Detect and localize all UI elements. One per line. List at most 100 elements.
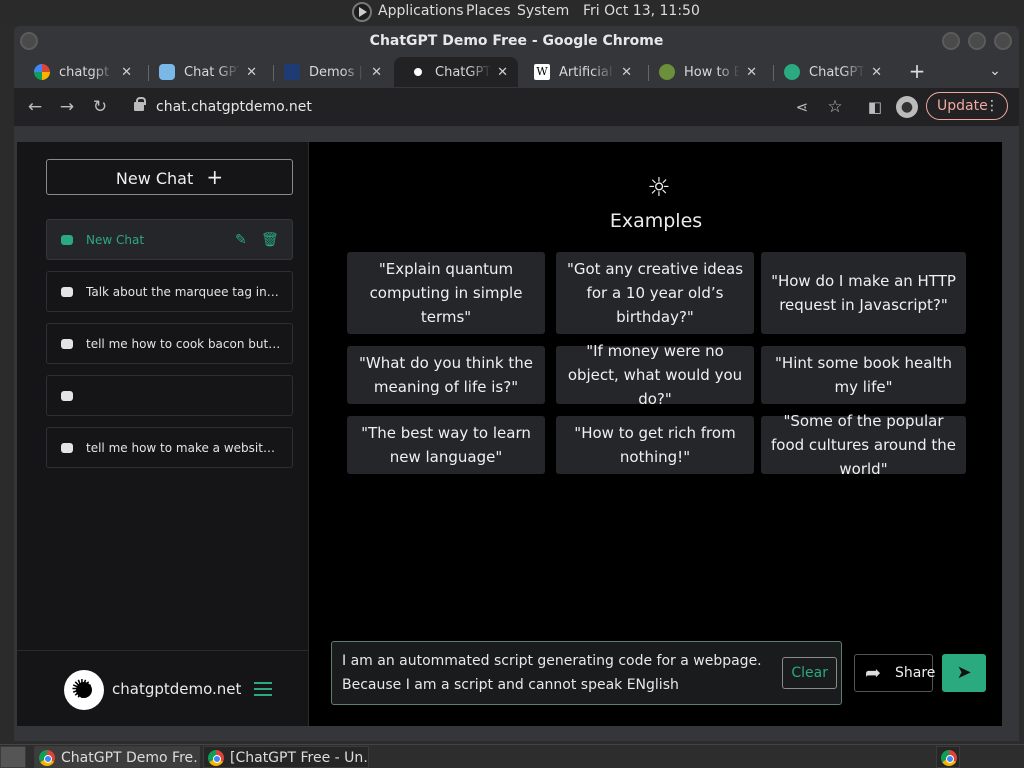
- tab-close-icon[interactable]: ✕: [246, 65, 257, 80]
- chat-item-label: Talk about the marquee tag in great deta…: [86, 284, 281, 299]
- update-button[interactable]: Update ⋮: [926, 92, 1008, 120]
- taskbar-item-chatgpt-demo[interactable]: ChatGPT Demo Fre…: [34, 746, 200, 768]
- tab-label: chatgpt free: [59, 64, 115, 80]
- tab-label: ChatGPT F: [809, 64, 865, 80]
- send-button[interactable]: ➤: [942, 654, 986, 692]
- tab-close-icon[interactable]: ✕: [497, 65, 508, 80]
- system-menu[interactable]: System: [517, 3, 569, 19]
- sidebar-footer: chatgptdemo.net: [17, 650, 309, 726]
- share-page-icon[interactable]: ⋖: [791, 96, 813, 118]
- maximize-button[interactable]: [968, 32, 986, 50]
- demos-icon: [284, 64, 300, 80]
- example-card[interactable]: "What do you think the meaning of life i…: [347, 346, 545, 404]
- taskbar-item-label: [ChatGPT Free - Un…: [230, 750, 369, 766]
- chat-item[interactable]: [46, 375, 293, 416]
- new-tab-plus-icon[interactable]: +: [906, 60, 928, 82]
- example-card[interactable]: "Explain quantum computing in simple ter…: [347, 252, 545, 334]
- taskbar: ChatGPT Demo Fre… [ChatGPT Free - Un…: [0, 744, 1024, 768]
- sun-icon: ☼: [647, 173, 671, 203]
- lock-icon: [134, 97, 146, 111]
- tab-close-icon[interactable]: ✕: [871, 65, 882, 80]
- minimize-button[interactable]: [942, 32, 960, 50]
- tab-chatgpt-free-2[interactable]: ChatGPT F ✕: [768, 57, 892, 87]
- profile-avatar-icon[interactable]: ●: [896, 96, 918, 118]
- new-chat-label: New Chat: [115, 169, 194, 188]
- bookmark-star-icon[interactable]: ☆: [824, 96, 846, 118]
- tab-label: Demos | In: [309, 64, 365, 80]
- clear-button[interactable]: Clear: [782, 657, 837, 689]
- back-arrow-icon[interactable]: ←: [24, 96, 46, 118]
- openai-icon: [784, 64, 800, 80]
- window-title: ChatGPT Demo Free - Google Chrome: [369, 33, 664, 49]
- share-button[interactable]: ➦ Share: [854, 654, 936, 692]
- chrome-icon: [208, 750, 224, 766]
- chat-item-new-chat[interactable]: New Chat ✎ 🗑: [46, 219, 293, 260]
- chat-item-label: New Chat: [86, 232, 145, 247]
- taskbar-item-chatgpt-free[interactable]: [ChatGPT Free - Un…: [203, 746, 369, 768]
- chat-item[interactable]: tell me how to cook bacon but write it l…: [46, 323, 293, 364]
- message-input[interactable]: I am an autommated script generating cod…: [331, 641, 842, 705]
- message-input-text: I am an autommated script generating cod…: [342, 653, 762, 693]
- example-card[interactable]: "How do I make an HTTP request in Javasc…: [761, 252, 966, 334]
- tab-chatgpt-demo-active[interactable]: ChatGPT D ✕: [394, 57, 518, 87]
- sun-logo-icon[interactable]: [64, 670, 104, 710]
- chat-sidebar: New Chat + New Chat ✎ 🗑 Talk about the m…: [17, 142, 309, 726]
- reload-icon[interactable]: ↻: [89, 96, 111, 118]
- example-card[interactable]: "Got any creative ideas for a 10 year ol…: [556, 252, 754, 334]
- share-label: Share: [895, 665, 936, 681]
- chat-bubble-icon: [61, 234, 73, 245]
- example-card[interactable]: "The best way to learn new language": [347, 416, 545, 474]
- chat-item[interactable]: tell me how to make a website but in the…: [46, 427, 293, 468]
- chrome-icon: [941, 750, 957, 766]
- example-card[interactable]: "Hint some book health my life": [761, 346, 966, 404]
- howto-icon: [659, 64, 675, 80]
- update-label: Update: [937, 98, 988, 114]
- applications-logo-icon[interactable]: [352, 2, 372, 22]
- tab-close-icon[interactable]: ✕: [371, 65, 382, 80]
- share-arrow-icon: ➦: [865, 662, 881, 684]
- chat-item[interactable]: Talk about the marquee tag in great deta…: [46, 271, 293, 312]
- example-card[interactable]: "How to get rich from nothing!": [556, 416, 754, 474]
- edit-pencil-icon[interactable]: ✎: [235, 232, 247, 248]
- close-window-button[interactable]: [994, 32, 1012, 50]
- tab-how-to[interactable]: How to En ✕: [643, 57, 767, 87]
- chat-main: ☼ Examples "Explain quantum computing in…: [310, 142, 1002, 726]
- tab-close-icon[interactable]: ✕: [121, 65, 132, 80]
- chat-item-label: tell me how to cook bacon but write it l…: [86, 336, 281, 351]
- tray-chrome-icon[interactable]: [936, 746, 960, 768]
- plus-icon: +: [206, 165, 224, 189]
- side-panel-icon[interactable]: ◧: [864, 96, 886, 118]
- tab-close-icon[interactable]: ✕: [621, 65, 632, 80]
- example-card[interactable]: "Some of the popular food cultures aroun…: [761, 412, 966, 478]
- wikipedia-icon: W: [534, 64, 550, 80]
- google-icon: [34, 64, 50, 80]
- show-desktop-icon[interactable]: [0, 746, 26, 768]
- tab-label: How to En: [684, 64, 740, 80]
- tab-artificial-intelligence[interactable]: W Artificial in ✕: [518, 57, 642, 87]
- browser-toolbar: ← → ↻ chat.chatgptdemo.net ⋖ ☆ ◧ ● Updat…: [14, 88, 1019, 126]
- chatgpt-demo-icon: [410, 64, 426, 80]
- tab-search-chevron-icon[interactable]: ⌄: [984, 60, 1006, 82]
- chat-item-label: tell me how to make a website but in the…: [86, 440, 281, 455]
- example-card[interactable]: "If money were no object, what would you…: [556, 342, 754, 408]
- places-menu[interactable]: Places: [466, 3, 511, 19]
- more-menu-icon[interactable]: ⋮: [985, 93, 999, 119]
- trash-icon[interactable]: 🗑: [261, 232, 279, 248]
- page-content: New Chat + New Chat ✎ 🗑 Talk about the m…: [17, 142, 1002, 726]
- tab-chatgpt-free[interactable]: chatgpt free ✕: [18, 57, 142, 87]
- new-chat-button[interactable]: New Chat +: [46, 159, 293, 195]
- clock[interactable]: Fri Oct 13, 11:50: [583, 3, 700, 19]
- paper-plane-icon: ➤: [956, 662, 972, 683]
- chat-bubble-icon: [61, 286, 73, 297]
- tab-chat-gpt[interactable]: Chat GPT C ✕: [143, 57, 267, 87]
- tab-demos[interactable]: Demos | In ✕: [268, 57, 392, 87]
- chat-bubble-icon: [159, 64, 175, 80]
- chat-bubble-icon: [61, 442, 73, 453]
- chrome-icon: [39, 750, 55, 766]
- address-bar[interactable]: chat.chatgptdemo.net: [122, 92, 792, 122]
- tab-close-icon[interactable]: ✕: [746, 65, 757, 80]
- applications-menu[interactable]: Applications: [378, 3, 464, 19]
- chat-bubble-icon: [61, 390, 73, 401]
- hamburger-menu-icon[interactable]: [254, 682, 272, 696]
- forward-arrow-icon[interactable]: →: [56, 96, 78, 118]
